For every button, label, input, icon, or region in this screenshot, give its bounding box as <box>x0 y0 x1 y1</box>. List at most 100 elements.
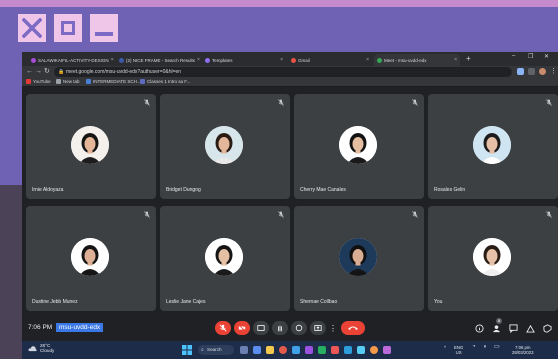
info-icon[interactable] <box>475 324 484 333</box>
raise-hand-button[interactable] <box>272 321 288 335</box>
teams-icon[interactable] <box>253 346 261 354</box>
forward-arrow-icon[interactable]: → <box>35 67 42 77</box>
wifi-icon[interactable]: ◔ <box>472 344 476 350</box>
meeting-clock: 7:06 PM <box>28 324 53 331</box>
address-text: meet.google.com/msu-uvdd-edx?authuser=0&… <box>66 69 182 75</box>
mic-off-icon <box>412 99 418 106</box>
chrome-icon[interactable] <box>279 346 287 354</box>
windows-start-icon[interactable] <box>182 345 192 355</box>
mail-icon[interactable] <box>344 346 352 354</box>
file-explorer-icon[interactable] <box>266 346 274 354</box>
back-arrow-icon[interactable]: ← <box>26 67 33 77</box>
task-view-icon[interactable] <box>240 346 248 354</box>
activities-icon[interactable] <box>526 324 535 333</box>
reload-icon[interactable]: ↻ <box>44 67 50 77</box>
weather-widget[interactable]: 28°C Cloudy <box>28 343 54 353</box>
new-tab-button[interactable]: + <box>466 54 471 64</box>
browser-toolbar: ← → ↻ 🔒 meet.google.com/msu-uvdd-edx?aut… <box>22 66 558 78</box>
leave-call-button[interactable] <box>341 321 365 335</box>
meeting-code[interactable]: msu-uvdd-edx <box>56 323 104 332</box>
host-controls-icon[interactable] <box>543 324 552 333</box>
participant-tile[interactable]: Shernae Collbao <box>294 206 424 311</box>
tab-meet[interactable]: Meet - msu-uvdd-edx × <box>374 54 460 66</box>
messenger-icon[interactable] <box>357 346 365 354</box>
tab-favicon-icon <box>205 57 210 63</box>
edge-icon[interactable] <box>292 346 300 354</box>
battery-icon[interactable]: ▭ <box>494 344 500 350</box>
participant-tile[interactable]: You <box>428 206 558 311</box>
close-icon[interactable]: × <box>280 57 283 63</box>
volume-icon[interactable]: ◖ <box>483 344 487 350</box>
window-restore-icon[interactable]: ❐ <box>528 53 533 60</box>
more-options-button[interactable]: ⋮ <box>325 321 341 335</box>
profile-photo <box>205 126 243 164</box>
captions-icon <box>257 325 265 331</box>
address-bar[interactable]: 🔒 meet.google.com/msu-uvdd-edx?authuser=… <box>54 67 512 77</box>
window-minimize-icon[interactable]: – <box>512 53 515 59</box>
participant-avatar <box>205 238 243 276</box>
people-icon[interactable] <box>492 324 501 333</box>
system-clock[interactable]: 7:06 pm 28/03/2023 <box>512 345 534 355</box>
participant-avatar <box>473 238 511 276</box>
participant-name: You <box>434 299 443 305</box>
firefox-icon[interactable] <box>370 346 378 354</box>
tray-chevron-icon[interactable]: ^ <box>444 345 446 350</box>
tab-title: Meet - msu-uvdd-edx <box>384 57 427 63</box>
profile-photo <box>473 238 511 276</box>
hand-icon <box>278 325 282 332</box>
participant-tile[interactable]: Bridget Dungog <box>160 94 290 199</box>
store-icon[interactable] <box>305 346 313 354</box>
language-indicator[interactable]: ENG US <box>454 345 463 355</box>
bookmark-classes[interactable]: Classes 1 Intro sa F... <box>140 79 190 84</box>
close-icon[interactable]: × <box>197 57 200 63</box>
cloud-icon <box>28 345 37 351</box>
taskbar-search[interactable]: ⌕ Search <box>198 345 234 355</box>
tab-nice-frame[interactable]: (2) NICE FRAME - Search Results × <box>116 54 200 66</box>
camera-off-button[interactable] <box>234 321 250 335</box>
participant-tile[interactable]: Cherry Mae Canales <box>294 94 424 199</box>
tab-favicon-icon <box>291 57 296 63</box>
mic-off-button[interactable] <box>215 321 231 335</box>
captions-button[interactable] <box>253 321 269 335</box>
tab-favicon-icon <box>377 57 382 63</box>
tab-salawikain[interactable]: SALAWIKAIFIL-ACTIVITY-DESIGN × <box>28 54 114 66</box>
extension-icon[interactable] <box>517 68 524 75</box>
lock-icon: 🔒 <box>58 69 65 75</box>
participant-tile[interactable]: Irnie Aldoyaza <box>26 94 156 199</box>
tab-gmail[interactable]: Gmail × <box>288 54 372 66</box>
search-label: Search <box>207 347 222 352</box>
close-icon[interactable]: × <box>454 57 457 63</box>
present-button[interactable] <box>310 321 326 335</box>
menu-dots-icon[interactable]: ⋮ <box>550 67 557 77</box>
sidepanel-icon[interactable] <box>528 68 535 75</box>
participant-tile[interactable]: Leslie Jane Cajes <box>160 206 290 311</box>
present-icon <box>314 325 322 331</box>
emoji-button[interactable] <box>291 321 307 335</box>
background-edge <box>0 185 22 359</box>
close-icon[interactable]: × <box>111 57 114 63</box>
profile-avatar[interactable] <box>539 68 546 75</box>
chat-icon[interactable] <box>509 324 518 333</box>
close-icon[interactable]: × <box>366 57 369 63</box>
close-decor-icon <box>18 14 46 42</box>
profile-photo <box>339 126 377 164</box>
canva-icon[interactable] <box>383 346 391 354</box>
globe-icon <box>56 79 61 84</box>
app-icon[interactable] <box>318 346 326 354</box>
profile-photo <box>339 238 377 276</box>
window-close-icon[interactable]: ✕ <box>544 53 549 60</box>
participant-tile[interactable]: Dustine Jebb Munez <box>26 206 156 311</box>
participant-avatar <box>205 126 243 164</box>
office-icon[interactable] <box>331 346 339 354</box>
bookmark-youtube[interactable]: YouTube <box>26 79 51 84</box>
bookmark-new-tab[interactable]: New tab <box>56 79 80 84</box>
emoji-icon <box>295 324 303 332</box>
meet-controls: 7:06 PM msu-uvdd-edx ⋮ 8 <box>22 318 558 341</box>
tab-templates[interactable]: Templates × <box>202 54 286 66</box>
participant-tile[interactable]: Rosales Gelin <box>428 94 558 199</box>
participant-name: Bridget Dungog <box>166 187 201 193</box>
bookmark-intermediate[interactable]: INTERMEDIATE SCH... <box>86 79 141 84</box>
weather-condition: Cloudy <box>40 348 55 353</box>
mic-off-icon <box>412 211 418 218</box>
mic-off-icon <box>546 211 552 218</box>
